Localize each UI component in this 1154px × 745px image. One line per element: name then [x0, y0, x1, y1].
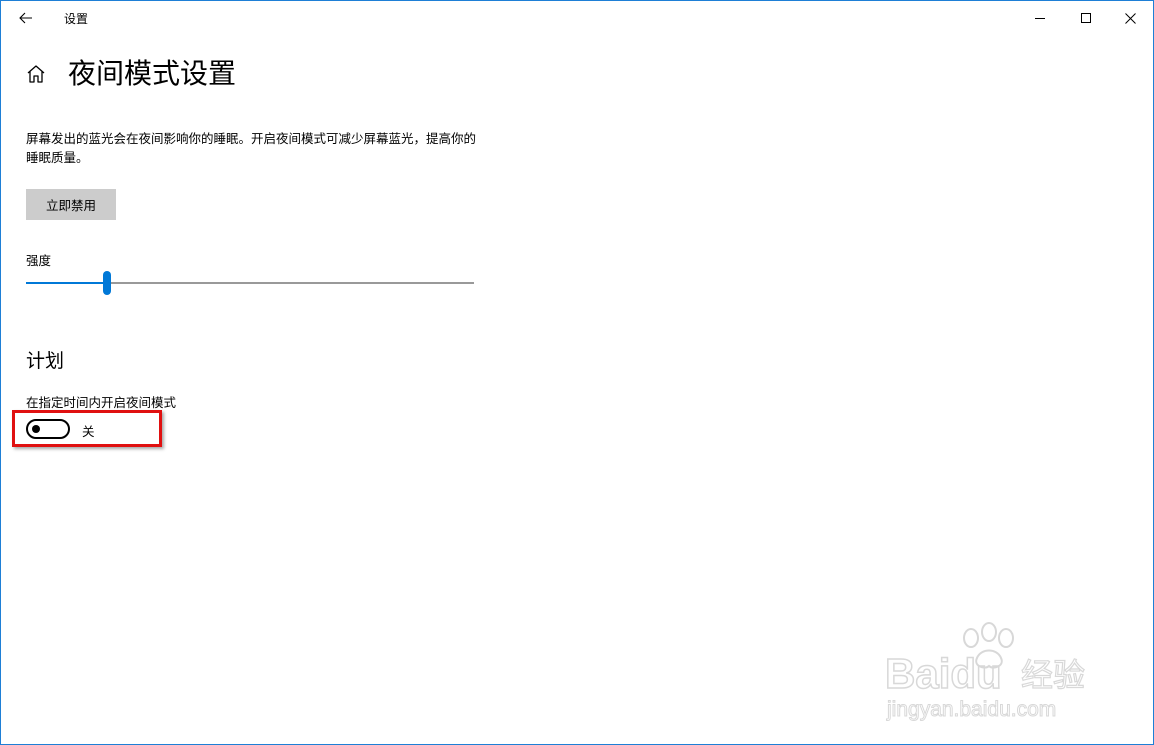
app-title: 设置: [64, 12, 89, 26]
maximize-icon: [1080, 12, 1091, 23]
toggle-knob: [32, 425, 40, 433]
schedule-section-title: 计划: [26, 350, 65, 372]
schedule-toggle[interactable]: [26, 419, 70, 439]
slider-track-fill: [26, 282, 107, 284]
strength-label: 强度: [26, 253, 52, 268]
schedule-toggle-label: 在指定时间内开启夜间模式: [26, 395, 177, 410]
close-button[interactable]: [1107, 1, 1153, 35]
settings-window: 设置 夜间模式设置 屏幕发出的蓝光会在夜间影响你的睡眠。开启夜间模式可减少屏幕蓝…: [0, 0, 1154, 745]
back-arrow-icon: [19, 12, 32, 24]
minimize-button[interactable]: [1017, 1, 1063, 35]
title-bar: 设置: [1, 1, 1153, 35]
close-icon: [1124, 12, 1136, 24]
toggle-state-text: 关: [82, 424, 95, 439]
home-icon[interactable]: [25, 63, 47, 85]
maximize-button[interactable]: [1063, 1, 1109, 35]
baidu-jingyan-watermark: Baidu 经验 jingyan.baidu.com: [884, 622, 1086, 722]
strength-slider[interactable]: [26, 271, 474, 295]
watermark-url: jingyan.baidu.com: [886, 698, 1056, 721]
page-title: 夜间模式设置: [68, 57, 237, 90]
description-text: 屏幕发出的蓝光会在夜间影响你的睡眠。开启夜间模式可减少屏幕蓝光，提高你的睡眠质量…: [26, 131, 477, 165]
watermark-brand: Baidu: [885, 650, 1002, 697]
back-button[interactable]: [9, 3, 43, 33]
minimize-icon: [1034, 17, 1045, 19]
watermark-brand-cn: 经验: [1021, 656, 1085, 694]
disable-now-button[interactable]: 立即禁用: [26, 189, 116, 220]
slider-thumb[interactable]: [103, 271, 111, 295]
